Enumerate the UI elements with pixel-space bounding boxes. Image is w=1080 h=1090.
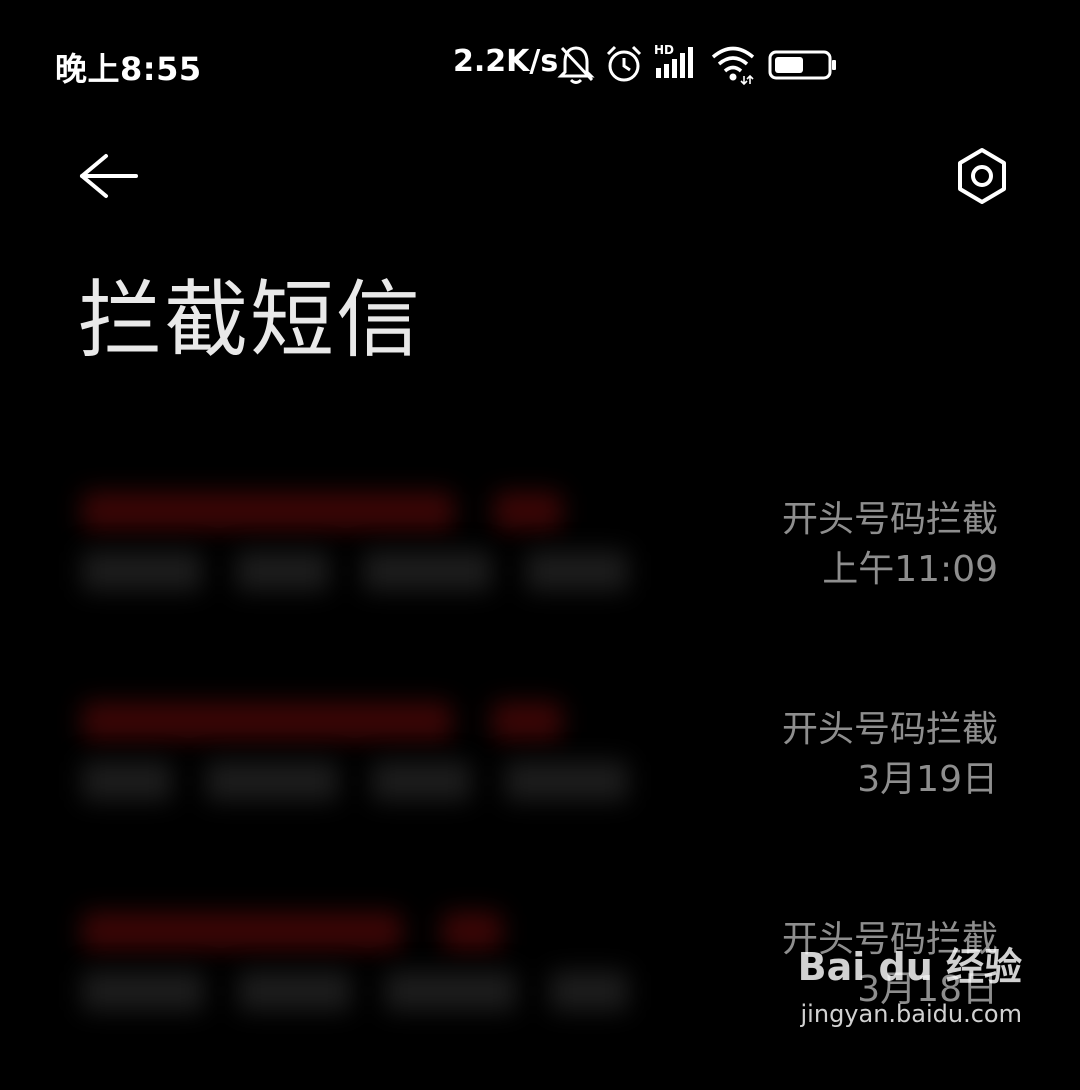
page-title: 拦截短信 [78,271,423,369]
alarm-icon [606,45,642,82]
baidu-jingyan-watermark: Bai du 经验 jingyan.baidu.com [798,936,1022,1056]
message-item[interactable]: 开头号码拦截 上午11:09 [0,470,1080,670]
watermark-url: jingyan.baidu.com [800,1000,1022,1028]
message-sender-blurred [82,696,602,746]
message-time: 上午11:09 [822,549,998,590]
message-block-reason: 开头号码拦截 [781,709,998,750]
battery-icon [768,50,836,80]
hd-signal-icon: HD [654,43,693,78]
back-button[interactable] [72,148,148,204]
svg-text:HD: HD [654,43,674,57]
message-preview-blurred [82,966,662,1016]
hexagon-settings-icon [958,148,1006,204]
message-preview-blurred [82,546,662,596]
wifi-icon [711,46,755,86]
message-item[interactable]: 开头号码拦截 3月19日 [0,680,1080,880]
arrow-left-icon [80,154,138,198]
status-time: 晚上8:55 [55,50,202,88]
message-preview-blurred [82,756,662,806]
message-sender-blurred [82,906,602,956]
message-block-reason: 开头号码拦截 [781,499,998,540]
bell-muted-icon [557,46,595,84]
message-sender-blurred [82,486,602,536]
settings-button[interactable] [948,140,1016,212]
message-time: 3月19日 [857,759,998,800]
network-speed: 2.2K/s [453,44,559,79]
watermark-logo: Bai du 经验 [797,945,1022,989]
